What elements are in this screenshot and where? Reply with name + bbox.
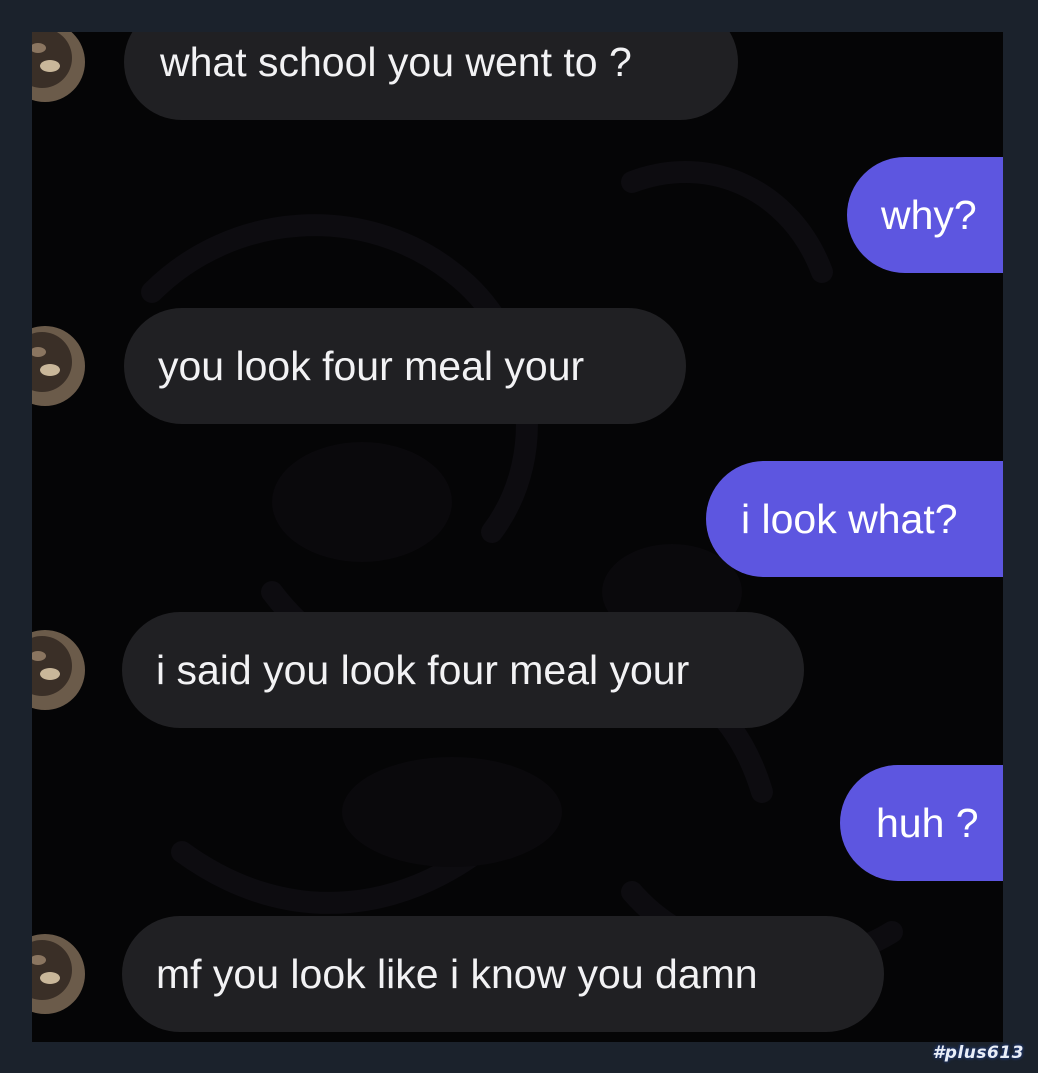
contact-avatar-icon[interactable] [32, 630, 86, 710]
message-row: i said you look four meal your [32, 612, 1003, 728]
message-text: huh ? [876, 800, 979, 846]
contact-avatar-icon[interactable] [32, 934, 86, 1014]
incoming-message-bubble[interactable]: mf you look like i know you damn [122, 916, 884, 1032]
outgoing-message-bubble[interactable]: why? [847, 157, 1003, 273]
message-row: what school you went to ? [32, 32, 1003, 120]
message-text: what school you went to ? [160, 39, 632, 85]
chat-screen: what school you went to ? why? you look … [32, 32, 1003, 1042]
message-row: i look what? [32, 461, 1003, 577]
contact-avatar-icon[interactable] [32, 32, 86, 102]
message-row: why? [32, 157, 1003, 273]
message-row: mf you look like i know you damn [32, 916, 1003, 1032]
message-text: you look four meal your [158, 343, 585, 389]
watermark: #plus613 [932, 1043, 1024, 1063]
contact-avatar-icon[interactable] [32, 326, 86, 406]
outgoing-message-bubble[interactable]: huh ? [840, 765, 1003, 881]
incoming-message-bubble[interactable]: what school you went to ? [124, 32, 738, 120]
message-text: mf you look like i know you damn [156, 951, 758, 997]
message-text: why? [881, 192, 977, 238]
incoming-message-bubble[interactable]: i said you look four meal your [122, 612, 804, 728]
message-row: huh ? [32, 765, 1003, 881]
message-text: i look what? [741, 496, 958, 542]
outgoing-message-bubble[interactable]: i look what? [706, 461, 1003, 577]
message-text: i said you look four meal your [156, 647, 690, 693]
incoming-message-bubble[interactable]: you look four meal your [124, 308, 686, 424]
message-row: you look four meal your [32, 308, 1003, 424]
